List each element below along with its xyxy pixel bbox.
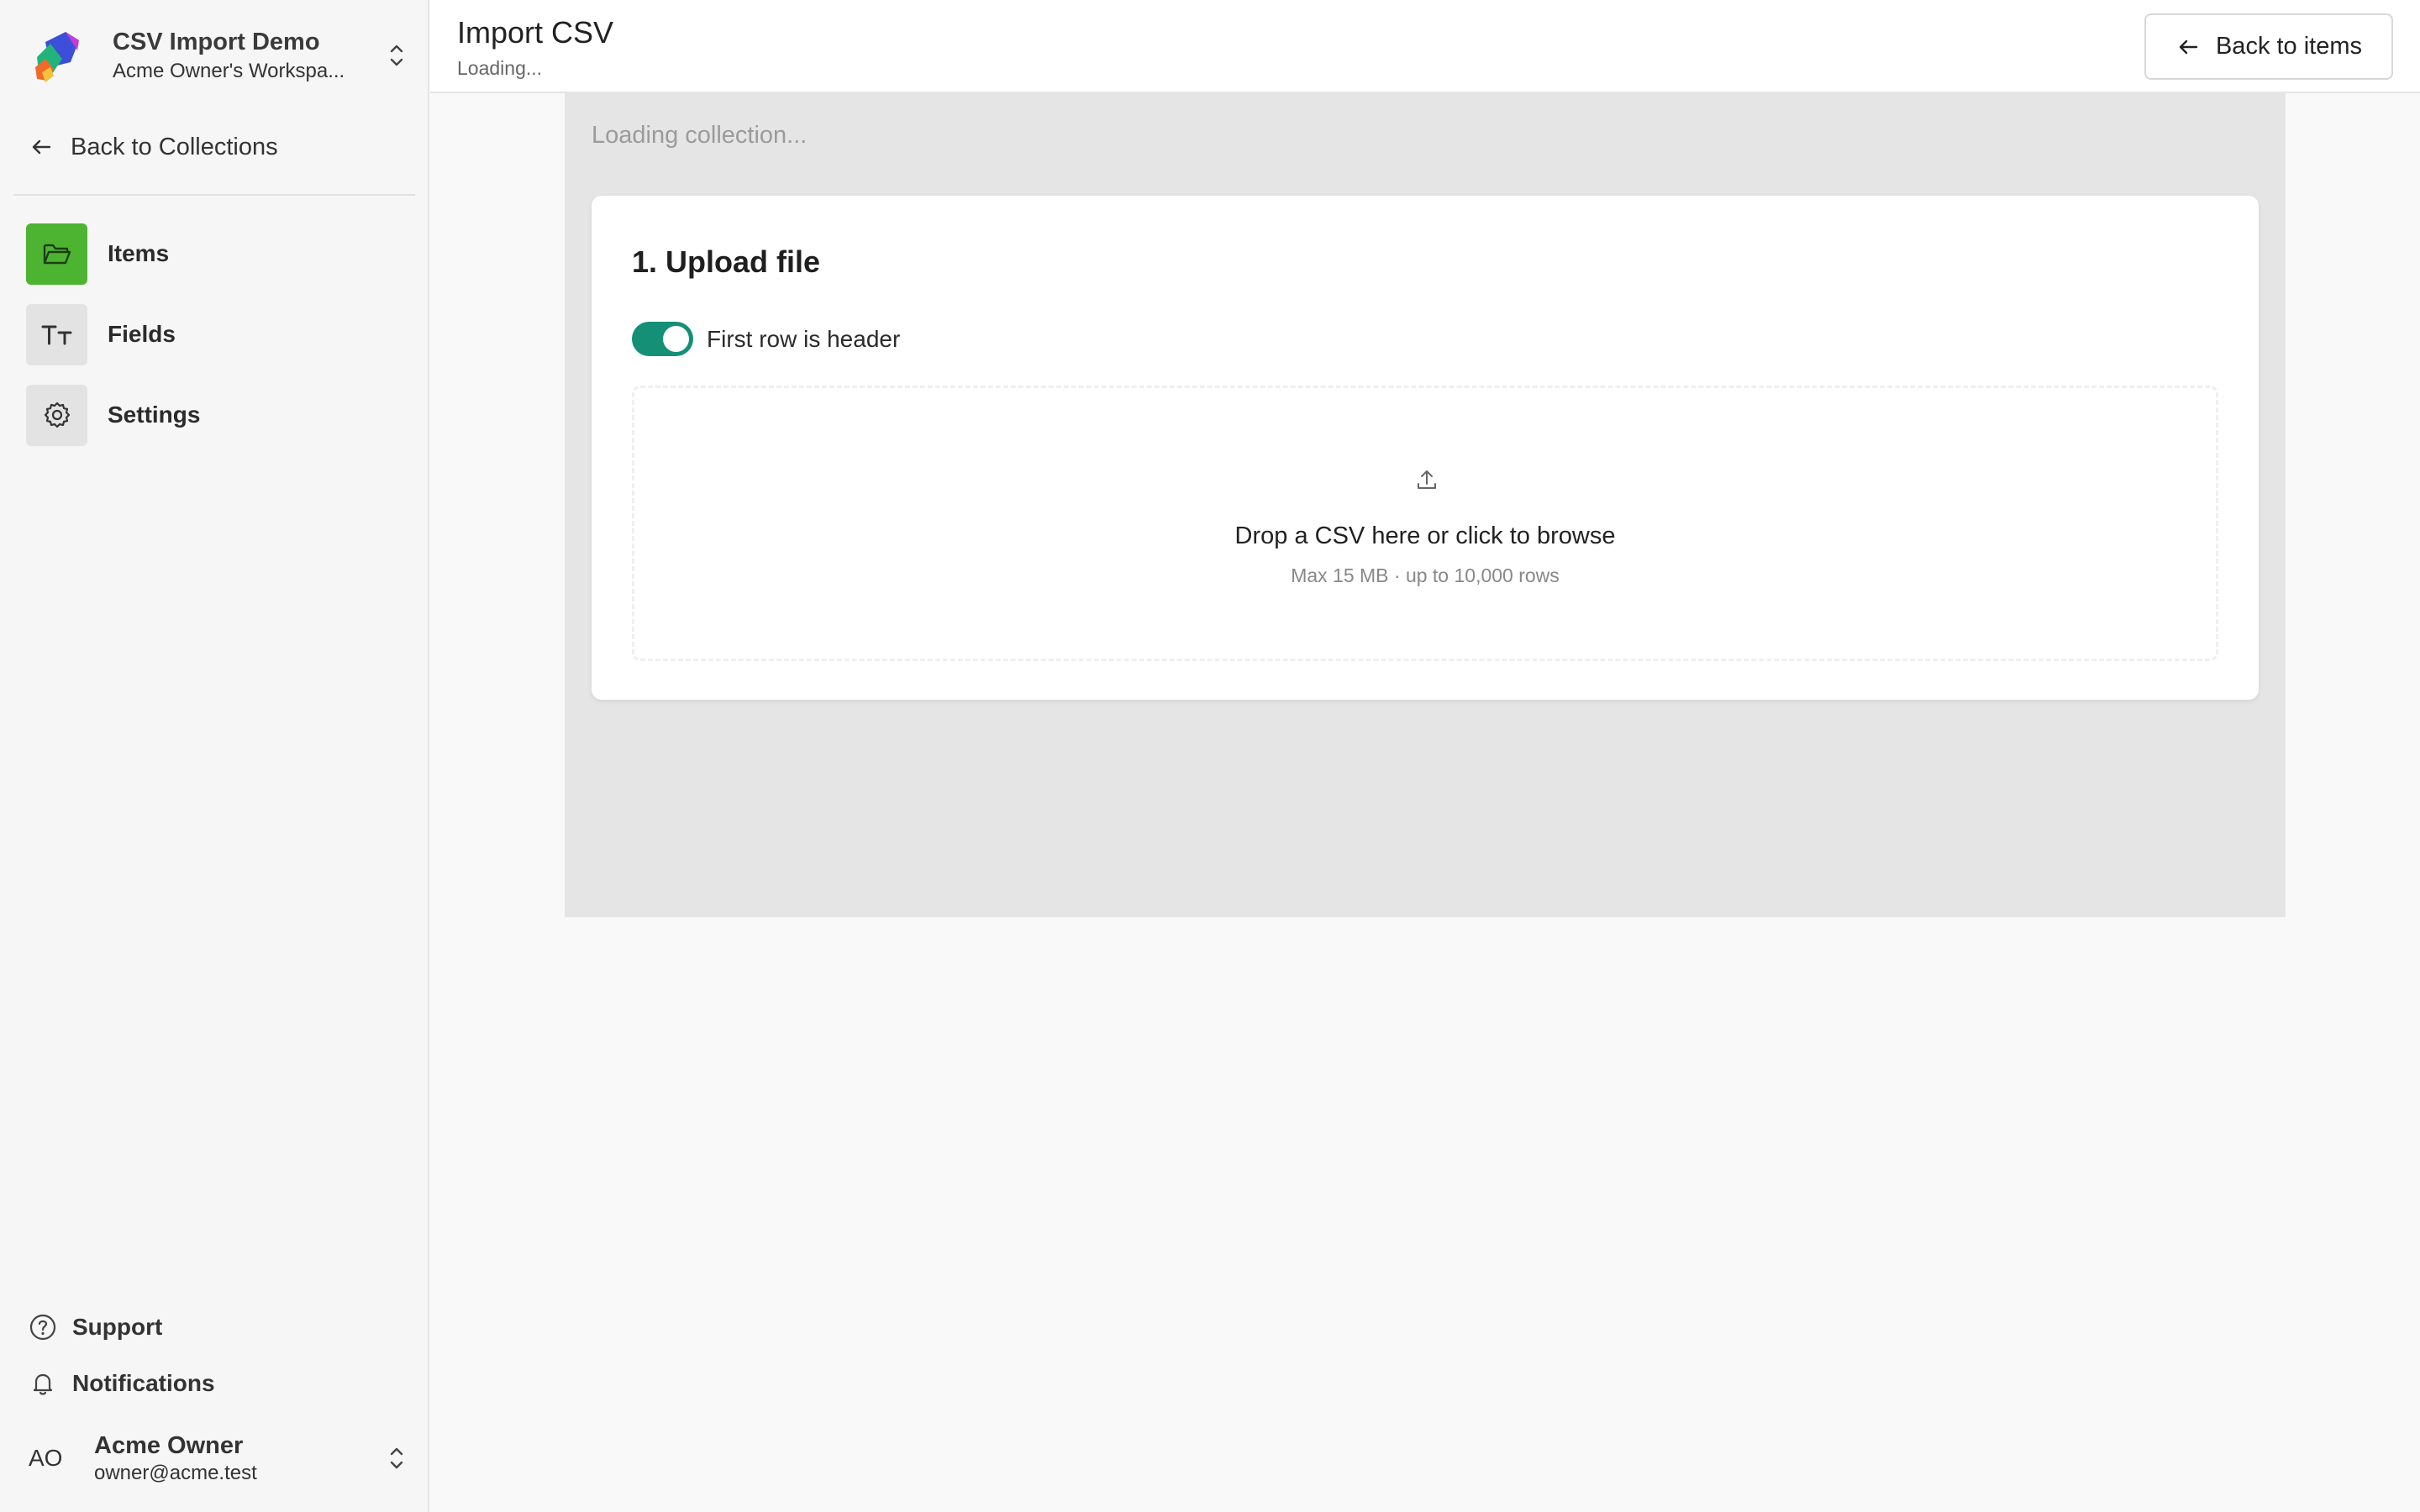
bell-icon <box>33 1373 53 1395</box>
page-subtitle: Loading... <box>457 57 543 79</box>
user-menu[interactable]: AO Acme Owner owner@acme.test <box>29 1428 407 1488</box>
app-logo-icon <box>35 32 79 82</box>
loading-collection-text: Loading collection... <box>592 122 808 149</box>
back-to-items-button[interactable]: Back to items <box>2144 13 2393 80</box>
support-label: Support <box>72 1314 163 1340</box>
workspace-text: CSV Import Demo Acme Owner's Workspa... <box>113 26 376 85</box>
upload-card: 1. Upload file First row is header Drop … <box>592 196 2259 700</box>
sidebar-item-fields[interactable]: Fields <box>26 303 404 365</box>
sidebar-divider <box>13 194 415 196</box>
dropzone-hint: Max 15 MB · up to 10,000 rows <box>1291 564 1560 586</box>
sidebar-item-settings[interactable]: Settings <box>26 384 404 446</box>
dropzone-text: Drop a CSV here or click to browse <box>1234 522 1616 549</box>
header-row-toggle-row[interactable]: First row is header <box>632 322 900 356</box>
chevron-up-down-icon <box>390 45 403 66</box>
sidebar-item-items[interactable]: Items <box>26 223 404 285</box>
workspace-title: CSV Import Demo <box>113 29 320 55</box>
notifications-label: Notifications <box>72 1370 215 1396</box>
first-row-header-toggle[interactable] <box>632 322 693 356</box>
app-root: CSV Import Demo Acme Owner's Workspa... … <box>0 0 2420 1512</box>
notifications-link[interactable]: Notifications <box>29 1362 215 1404</box>
sidebar-item-label: Fields <box>108 321 176 347</box>
sidebar-item-label: Settings <box>108 402 201 428</box>
back-to-items-label: Back to items <box>2215 33 2363 60</box>
support-link[interactable]: Support <box>29 1306 162 1348</box>
gear-icon <box>44 402 70 428</box>
toggle-label: First row is header <box>707 325 901 352</box>
upload-icon <box>1418 470 1436 489</box>
page-title: Import CSV <box>457 15 614 50</box>
folder-icon <box>43 244 71 265</box>
nav-icon-box <box>26 223 87 285</box>
toggle-knob <box>663 326 689 352</box>
sidebar: CSV Import Demo Acme Owner's Workspa... … <box>0 0 429 1512</box>
arrow-left-icon <box>32 139 51 155</box>
csv-dropzone[interactable]: Drop a CSV here or click to browse Max 1… <box>632 386 2218 661</box>
top-bar: Import CSV Loading... Back to items <box>430 0 2420 93</box>
back-to-collections-link[interactable]: Back to Collections <box>29 126 278 168</box>
workspace-subtitle: Acme Owner's Workspa... <box>113 60 345 82</box>
user-email: owner@acme.test <box>94 1462 257 1484</box>
workspace-switcher[interactable]: CSV Import Demo Acme Owner's Workspa... <box>29 22 407 89</box>
back-to-collections-label: Back to Collections <box>71 133 278 160</box>
content-panel: Loading collection... 1. Upload file Fir… <box>565 93 2286 917</box>
avatar: AO <box>29 1445 63 1471</box>
sidebar-item-label: Items <box>108 240 170 266</box>
user-name: Acme Owner <box>94 1432 244 1459</box>
help-circle-icon <box>29 1314 56 1341</box>
user-text: Acme Owner owner@acme.test <box>94 1431 376 1486</box>
nav-icon-box <box>26 384 87 446</box>
arrow-left-icon <box>2179 39 2198 54</box>
text-type-icon <box>41 325 71 345</box>
upload-card-title: 1. Upload file <box>632 244 821 279</box>
chevron-up-down-icon <box>390 1447 403 1469</box>
nav-icon-box <box>26 303 87 365</box>
